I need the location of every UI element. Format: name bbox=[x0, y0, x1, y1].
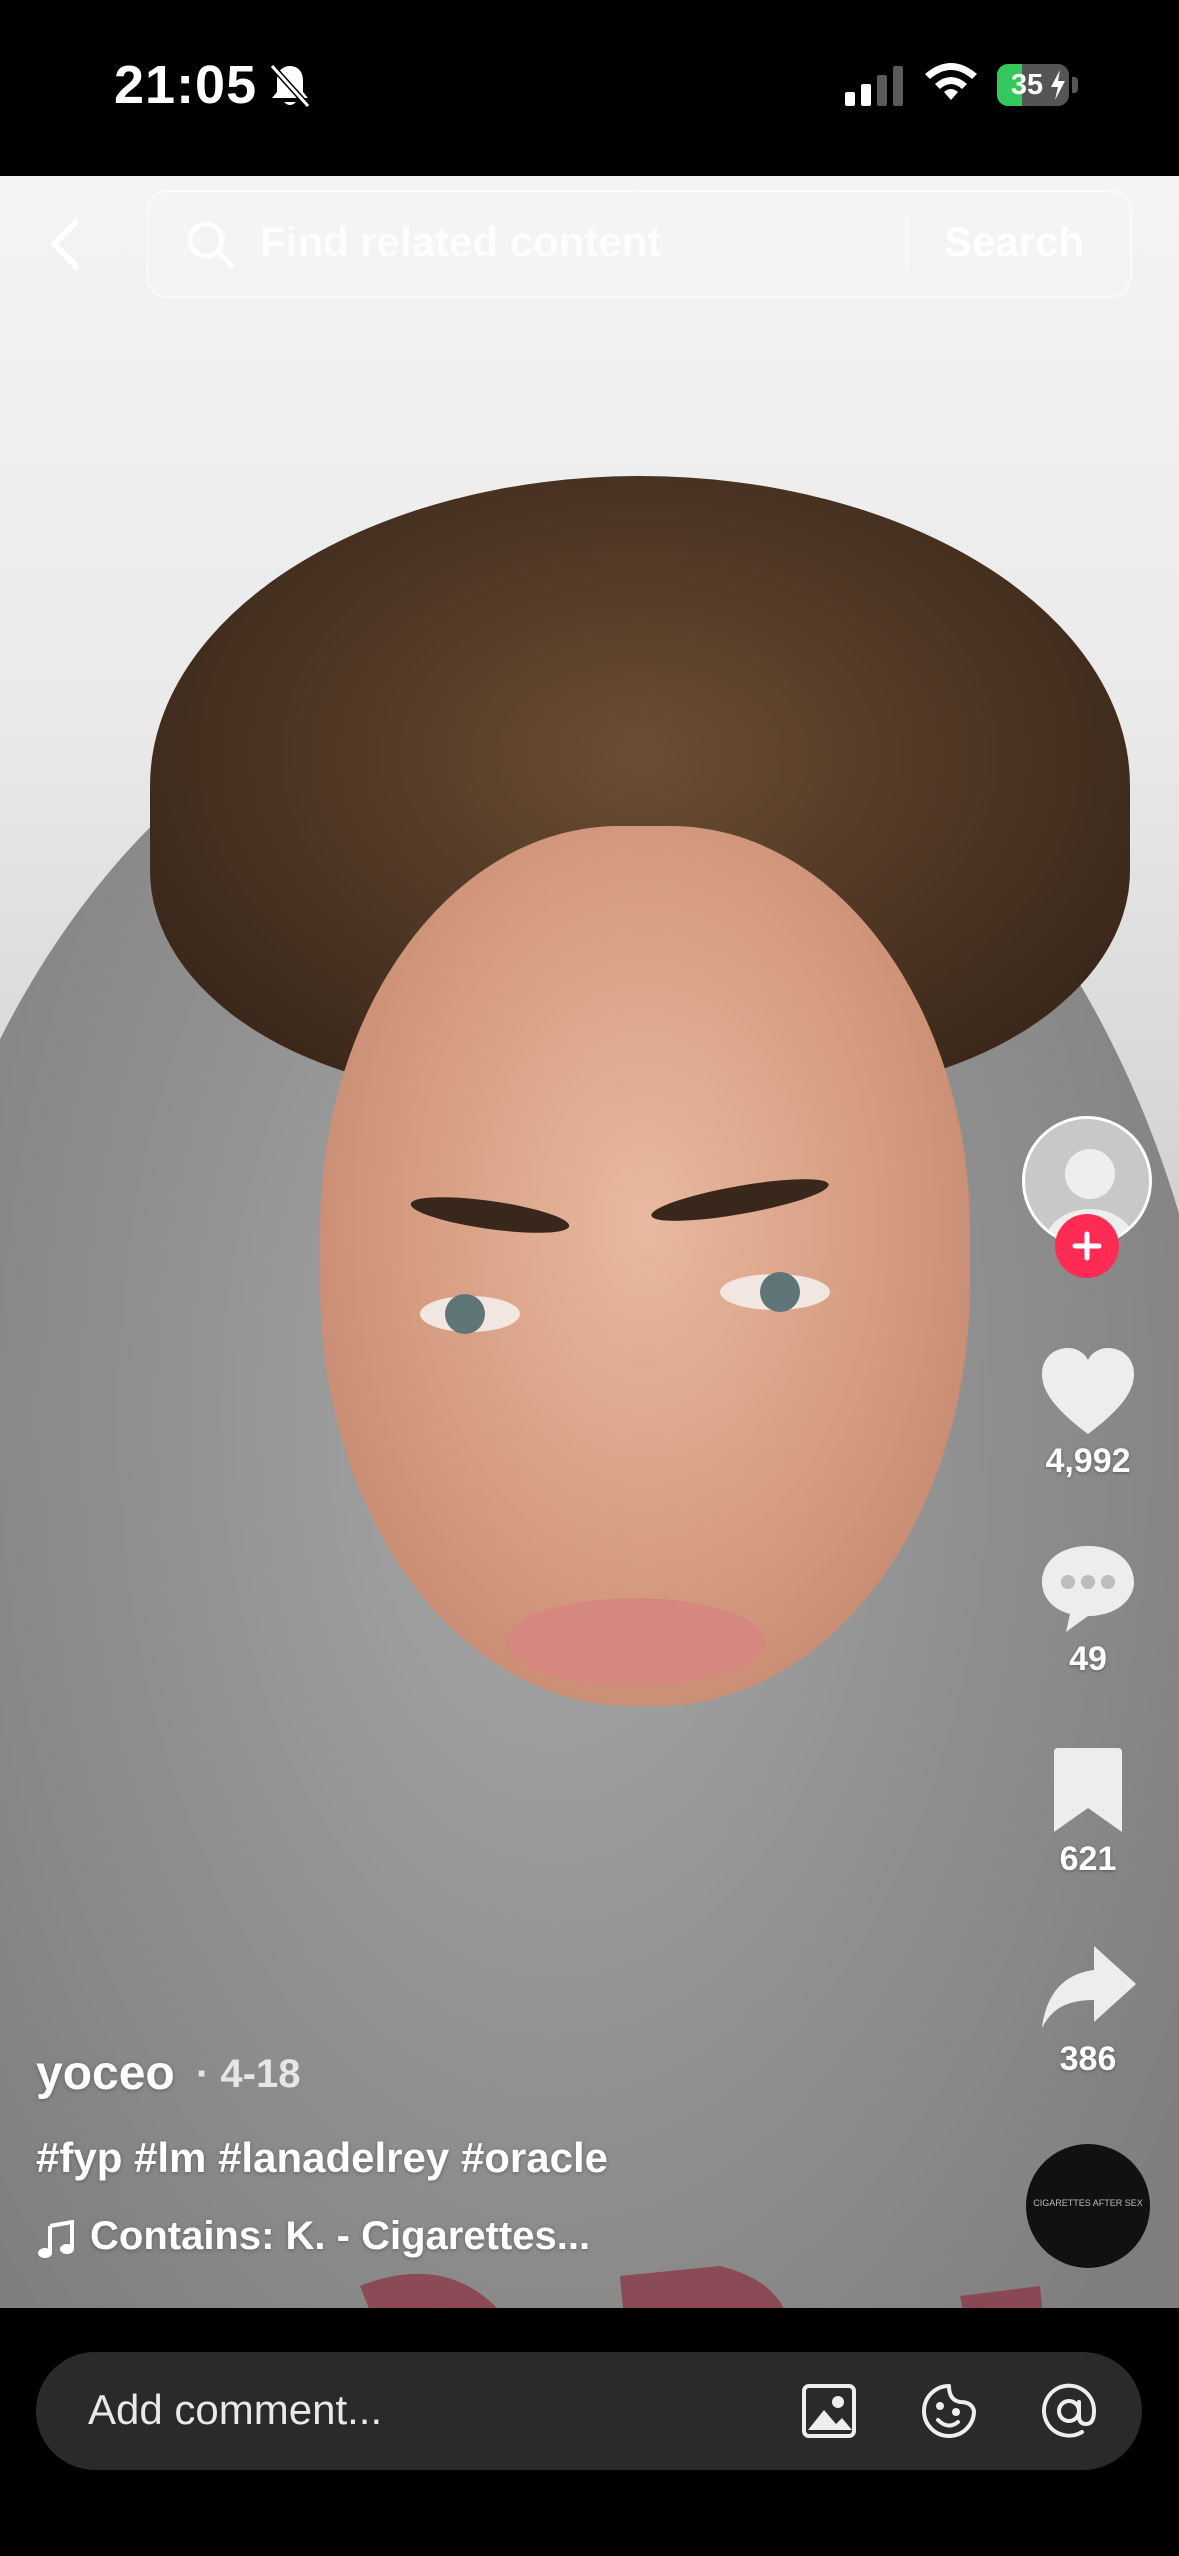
share-count: 386 bbox=[1059, 2040, 1117, 2078]
image-picker-icon[interactable] bbox=[798, 2380, 860, 2442]
mention-at-icon[interactable] bbox=[1038, 2380, 1100, 2442]
emoji-sticker-icon[interactable] bbox=[918, 2380, 980, 2442]
music-note-icon bbox=[38, 2220, 74, 2258]
author-username[interactable]: yoceo bbox=[36, 2046, 175, 2101]
cellular-signal-icon bbox=[845, 66, 903, 106]
search-button[interactable]: Search bbox=[944, 218, 1084, 266]
comment-bar: Add comment... bbox=[0, 2308, 1179, 2556]
bell-slash-icon bbox=[269, 63, 311, 109]
music-title: Contains: K. - Cigarettes... bbox=[90, 2214, 591, 2258]
charging-bolt-icon bbox=[1051, 70, 1065, 100]
search-bar[interactable]: Find related content Search bbox=[146, 190, 1132, 298]
post-date: · 4-18 bbox=[196, 2052, 301, 2096]
status-time: 21:05 bbox=[114, 55, 258, 115]
comment-count: 49 bbox=[1069, 1640, 1107, 1678]
like-count: 4,992 bbox=[1045, 1442, 1131, 1480]
wifi-icon bbox=[925, 63, 977, 100]
bookmark-icon[interactable] bbox=[1036, 1742, 1140, 1838]
music-disc[interactable]: CIGARETTES AFTER SEX bbox=[1026, 2144, 1150, 2268]
comment-input[interactable]: Add comment... bbox=[36, 2352, 1142, 2470]
follow-plus-button[interactable] bbox=[1055, 1214, 1119, 1278]
save-count: 621 bbox=[1059, 1840, 1117, 1878]
comment-bubble-icon[interactable] bbox=[1036, 1540, 1140, 1636]
search-separator bbox=[906, 216, 908, 272]
search-input[interactable]: Find related content bbox=[260, 218, 661, 266]
heart-icon[interactable] bbox=[1036, 1344, 1140, 1440]
status-bar: 21:05 35 bbox=[0, 0, 1179, 176]
plus-icon bbox=[1072, 1231, 1102, 1261]
video-frame[interactable] bbox=[0, 176, 1179, 2308]
music-disc-label: CIGARETTES AFTER SEX bbox=[1033, 2198, 1143, 2208]
comment-placeholder: Add comment... bbox=[88, 2386, 383, 2433]
caption-hashtags[interactable]: #fyp #lm #lanadelrey #oracle bbox=[36, 2134, 608, 2182]
search-icon bbox=[187, 221, 235, 269]
battery-indicator: 35 bbox=[997, 64, 1079, 106]
back-chevron-icon[interactable] bbox=[40, 214, 94, 274]
video-face-shape bbox=[320, 826, 970, 1706]
battery-percent: 35 bbox=[1010, 69, 1044, 101]
share-arrow-icon[interactable] bbox=[1036, 1940, 1140, 2036]
